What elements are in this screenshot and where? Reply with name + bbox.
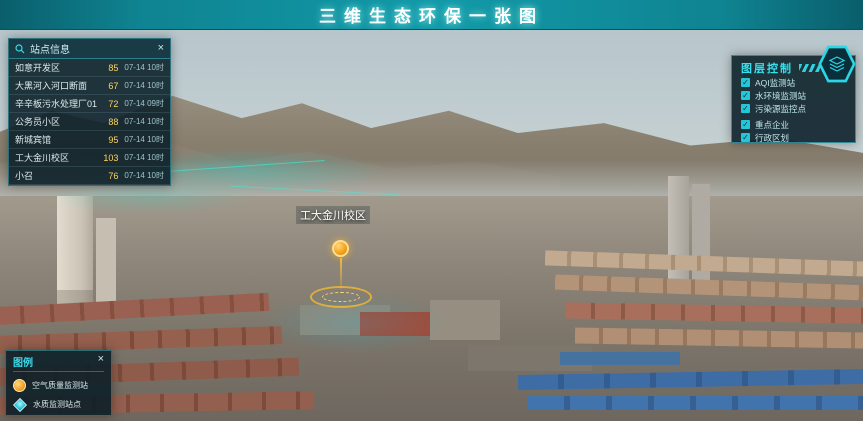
app-root: 工大金川校区 三维生态环保一张图 站点信息 × 如意开发区85 07-14 10时… bbox=[0, 0, 863, 421]
layers-icon bbox=[821, 47, 853, 81]
station-time: 07-14 09时 bbox=[124, 98, 164, 109]
station-value: 85 bbox=[98, 63, 118, 73]
station-value: 88 bbox=[98, 117, 118, 127]
map-legend-label: 空气质量监测站 bbox=[32, 380, 88, 391]
map-legend-item: 水质监测站点 bbox=[13, 399, 104, 410]
layer-label: 污染源监控点 bbox=[755, 103, 806, 115]
map-legend-panel: 图例 × 空气质量监测站水质监测站点 bbox=[5, 350, 112, 416]
layer-checkbox[interactable]: ✓ bbox=[741, 133, 750, 142]
station-row[interactable]: 新城宾馆95 07-14 10时 bbox=[9, 131, 170, 149]
station-name: 大黑河入河口断面 bbox=[15, 79, 98, 92]
layer-label: 重点企业 bbox=[755, 119, 789, 131]
station-name: 公务员小区 bbox=[15, 115, 98, 128]
layer-panel-title: 图层控制 bbox=[741, 60, 793, 76]
station-row[interactable]: 公务员小区88 07-14 10时 bbox=[9, 113, 170, 131]
legend-panel-header: 图例 × bbox=[13, 354, 104, 372]
station-time: 07-14 10时 bbox=[124, 170, 164, 181]
station-name: 小召 bbox=[15, 169, 98, 182]
station-time: 07-14 10时 bbox=[124, 62, 164, 73]
building-block bbox=[57, 196, 93, 304]
search-icon[interactable] bbox=[15, 44, 25, 54]
layer-checkbox[interactable]: ✓ bbox=[741, 104, 750, 113]
station-panel-title: 站点信息 bbox=[30, 41, 153, 56]
station-value: 95 bbox=[98, 135, 118, 145]
marker-stem bbox=[340, 258, 342, 290]
station-row[interactable]: 大黑河入河口断面67 07-14 10时 bbox=[9, 77, 170, 95]
station-name: 新城宾馆 bbox=[15, 133, 98, 146]
station-row[interactable]: 工大金川校区103 07-14 10时 bbox=[9, 149, 170, 167]
station-marker-pin[interactable] bbox=[332, 240, 349, 257]
station-time: 07-14 10时 bbox=[124, 134, 164, 145]
water-station-icon bbox=[13, 397, 27, 411]
layer-checkbox[interactable]: ✓ bbox=[741, 91, 750, 100]
page-title: 三维生态环保一张图 bbox=[319, 2, 544, 27]
close-icon[interactable]: × bbox=[158, 43, 164, 54]
station-name: 如意开发区 bbox=[15, 61, 98, 74]
layer-checkbox[interactable]: ✓ bbox=[741, 120, 750, 129]
station-row[interactable]: 小召76 07-14 10时 bbox=[9, 167, 170, 185]
building-block bbox=[430, 300, 500, 340]
station-marker-label: 工大金川校区 bbox=[296, 206, 370, 224]
station-row[interactable]: 如意开发区85 07-14 10时 bbox=[9, 59, 170, 77]
station-value: 72 bbox=[98, 99, 118, 109]
station-panel-header: 站点信息 × bbox=[9, 39, 170, 59]
layer-label: AQI监测站 bbox=[755, 77, 795, 89]
layer-label: 水环境监测站 bbox=[755, 90, 806, 102]
building-block bbox=[528, 396, 863, 410]
map-legend-label: 水质监测站点 bbox=[33, 399, 81, 410]
station-name: 辛辛板污水处理厂01 bbox=[15, 97, 98, 110]
station-value: 67 bbox=[98, 81, 118, 91]
layer-label: 行政区划 bbox=[755, 132, 789, 144]
station-time: 07-14 10时 bbox=[124, 116, 164, 127]
station-value: 76 bbox=[98, 171, 118, 181]
layer-item[interactable]: ✓ 污染源监控点 bbox=[741, 102, 846, 115]
layer-checkbox[interactable]: ✓ bbox=[741, 78, 750, 87]
station-name: 工大金川校区 bbox=[15, 151, 98, 164]
station-value: 103 bbox=[98, 153, 118, 163]
station-list: 如意开发区8507-14 10时大黑河入河口断面6707-14 10时辛辛板污水… bbox=[9, 59, 170, 185]
header-bar: 三维生态环保一张图 bbox=[0, 0, 863, 30]
building-block bbox=[96, 218, 116, 304]
legend-panel-title: 图例 bbox=[13, 354, 98, 369]
station-time: 07-14 10时 bbox=[124, 152, 164, 163]
building-block bbox=[560, 352, 680, 365]
building-block bbox=[360, 312, 430, 336]
station-row[interactable]: 辛辛板污水处理厂0172 07-14 09时 bbox=[9, 95, 170, 113]
air-station-icon bbox=[13, 379, 26, 392]
close-icon[interactable]: × bbox=[98, 354, 104, 369]
layer-list: ✓ AQI监测站 ✓ 水环境监测站 ✓ 污染源监控点 ✓ 重点企业 ✓ 行政区划 bbox=[741, 76, 846, 144]
station-panel: 站点信息 × 如意开发区8507-14 10时大黑河入河口断面6707-14 1… bbox=[8, 38, 171, 186]
layer-item[interactable]: ✓ 行政区划 bbox=[741, 131, 846, 144]
map-legend-item: 空气质量监测站 bbox=[13, 379, 104, 392]
station-time: 07-14 10时 bbox=[124, 80, 164, 91]
legend-item-list: 空气质量监测站水质监测站点 bbox=[13, 379, 104, 410]
layer-item[interactable]: ✓ 重点企业 bbox=[741, 118, 846, 131]
layer-item[interactable]: ✓ 水环境监测站 bbox=[741, 89, 846, 102]
